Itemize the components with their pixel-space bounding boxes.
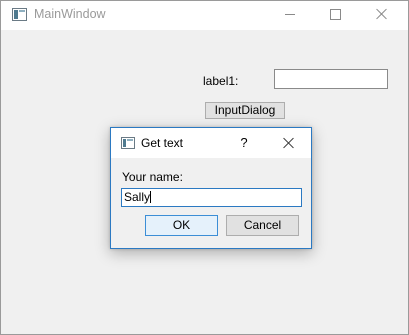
dialog-title: Get text	[141, 136, 184, 150]
app-window-icon	[12, 8, 27, 21]
close-icon	[376, 8, 388, 20]
get-text-dialog: Get text ? Your name: Sally OK Cancel	[110, 127, 312, 249]
maximize-button[interactable]	[313, 1, 359, 30]
maximize-icon	[330, 9, 341, 20]
text-caret	[150, 191, 152, 203]
label1: label1:	[203, 74, 239, 88]
cancel-button[interactable]: Cancel	[226, 215, 299, 236]
close-icon	[283, 137, 295, 149]
dialog-app-icon	[121, 137, 135, 149]
ok-button[interactable]: OK	[145, 215, 218, 236]
close-button[interactable]	[359, 1, 405, 30]
name-input-value: Sally	[124, 190, 151, 204]
main-titlebar[interactable]: MainWindow	[1, 1, 408, 30]
window-title: MainWindow	[34, 7, 106, 21]
minimize-button[interactable]	[267, 1, 313, 30]
main-window: MainWindow label1: InputDialog Get text …	[0, 0, 409, 335]
dialog-titlebar[interactable]: Get text ?	[111, 128, 311, 158]
dialog-close-button[interactable]	[274, 128, 304, 158]
minimize-icon	[285, 14, 295, 15]
help-button[interactable]: ?	[230, 128, 258, 158]
name-input[interactable]: Sally	[121, 188, 302, 207]
result-line-edit[interactable]	[274, 69, 388, 89]
prompt-label: Your name:	[122, 170, 183, 184]
input-dialog-button[interactable]: InputDialog	[205, 102, 285, 119]
